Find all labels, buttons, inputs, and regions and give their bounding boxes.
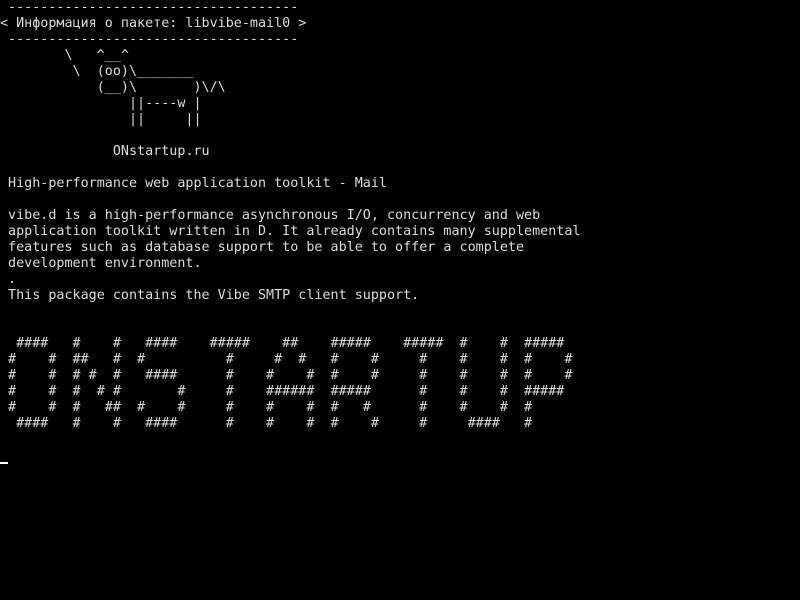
ascii-banner-line: #### # # #### ##### ## ##### ##### # # #… (0, 336, 565, 351)
ascii-banner-line: # # # # # #### # # # # # # # # # # (0, 368, 573, 383)
text-cursor (0, 462, 8, 464)
cow-art-line: \ (oo)\_______ (0, 64, 194, 79)
cow-art-line: \ ^__^ (0, 48, 129, 63)
banner-title: < Информация о пакете: libvibe-mail0 > (0, 16, 307, 31)
description-line: application toolkit written in D. It alr… (0, 224, 581, 239)
banner-border-bottom: ------------------------------------ (0, 32, 299, 47)
ascii-banner-line: #### # # #### # # # # # # #### # (0, 416, 533, 431)
description-line: This package contains the Vibe SMTP clie… (0, 288, 420, 303)
cow-art-line: || || (0, 112, 202, 127)
description-line: features such as database support to be … (0, 240, 525, 255)
cow-art-line: ||----w | (0, 96, 202, 111)
ascii-banner-line: # # ## # # # # # # # # # # # # (0, 352, 573, 367)
package-summary: High-performance web application toolkit… (0, 176, 387, 191)
description-separator: . (0, 272, 17, 287)
cow-art-line: (__)\ )\/\ (0, 80, 226, 95)
banner-border-top: ------------------------------------ (0, 0, 299, 15)
site-signature: ONstartup.ru (0, 144, 210, 159)
ascii-banner-line: # # # ## # # # # # # # # # # # (0, 400, 533, 415)
description-line: development environment. (0, 256, 202, 271)
ascii-banner-line: # # # # # # # ###### ##### # # # ##### (0, 384, 565, 399)
terminal-screen[interactable]: ------------------------------------ < И… (0, 0, 800, 600)
description-line: vibe.d is a high-performance asynchronou… (0, 208, 541, 223)
